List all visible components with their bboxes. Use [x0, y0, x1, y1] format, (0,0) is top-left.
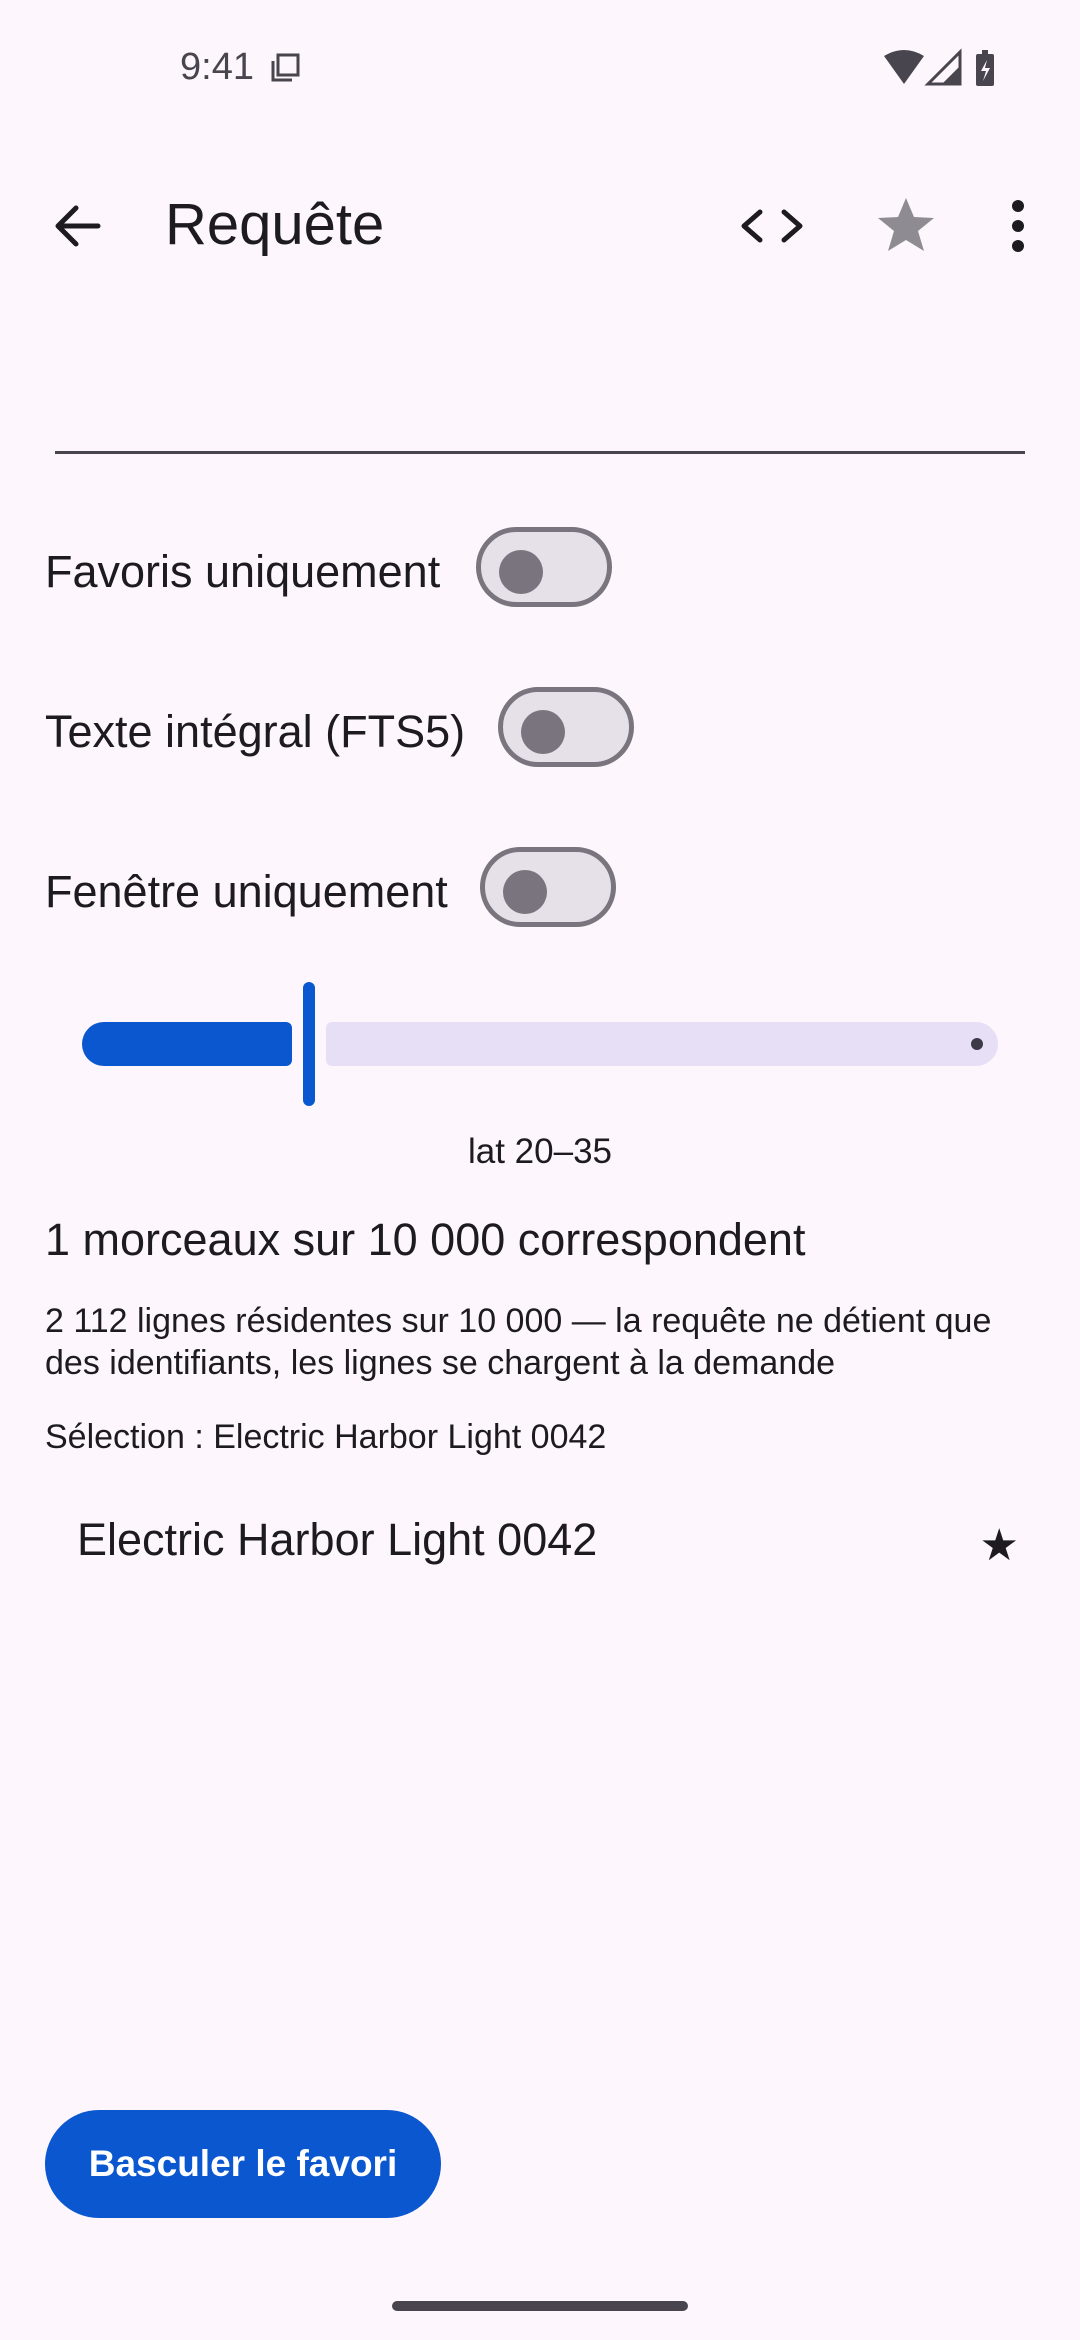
favorites-only-switch[interactable] — [476, 527, 612, 607]
slider-inactive-track[interactable] — [326, 1022, 998, 1066]
gesture-bar[interactable] — [392, 2301, 688, 2311]
toggle-favorite-button[interactable]: Basculer le favori — [45, 2110, 441, 2218]
query-input[interactable] — [55, 300, 1025, 454]
more-vert-icon[interactable] — [990, 188, 1046, 264]
list-item[interactable]: Electric Harbor Light 0042 ★ — [45, 1500, 1035, 1590]
star-icon[interactable] — [866, 186, 946, 266]
slider-active-track[interactable] — [82, 1022, 292, 1066]
toggle-label-window: Fenêtre uniquement — [45, 866, 448, 917]
list-item-title: Electric Harbor Light 0042 — [77, 1514, 598, 1565]
battery-icon — [976, 50, 994, 86]
status-time: 9:41 — [180, 46, 254, 88]
selection-info: Sélection : Electric Harbor Light 0042 — [45, 1418, 607, 1456]
window-only-switch[interactable] — [480, 847, 616, 927]
page-title: Requête — [165, 192, 385, 257]
fulltext-switch[interactable] — [498, 687, 634, 767]
slider-handle[interactable] — [303, 982, 315, 1106]
copy-notification-icon — [271, 53, 300, 82]
favorite-star-icon: ★ — [979, 1521, 1019, 1570]
switch-thumb — [503, 870, 547, 914]
toggle-label-fulltext: Texte intégral (FTS5) — [45, 706, 466, 757]
code-icon[interactable] — [730, 188, 814, 264]
switch-thumb — [521, 710, 565, 754]
wifi-icon — [884, 50, 924, 84]
toggle-label-favorites: Favoris uniquement — [45, 546, 441, 597]
status-icons — [884, 48, 994, 86]
slider-caption: lat 20–35 — [467, 1132, 613, 1171]
back-arrow-icon[interactable] — [40, 188, 116, 264]
switch-thumb — [499, 550, 543, 594]
resident-info: 2 112 lignes résidentes sur 10 000 — la … — [45, 1302, 992, 1382]
match-count: 1 morceaux sur 10 000 correspondent — [45, 1214, 806, 1265]
slider-stop-indicator — [971, 1038, 983, 1050]
